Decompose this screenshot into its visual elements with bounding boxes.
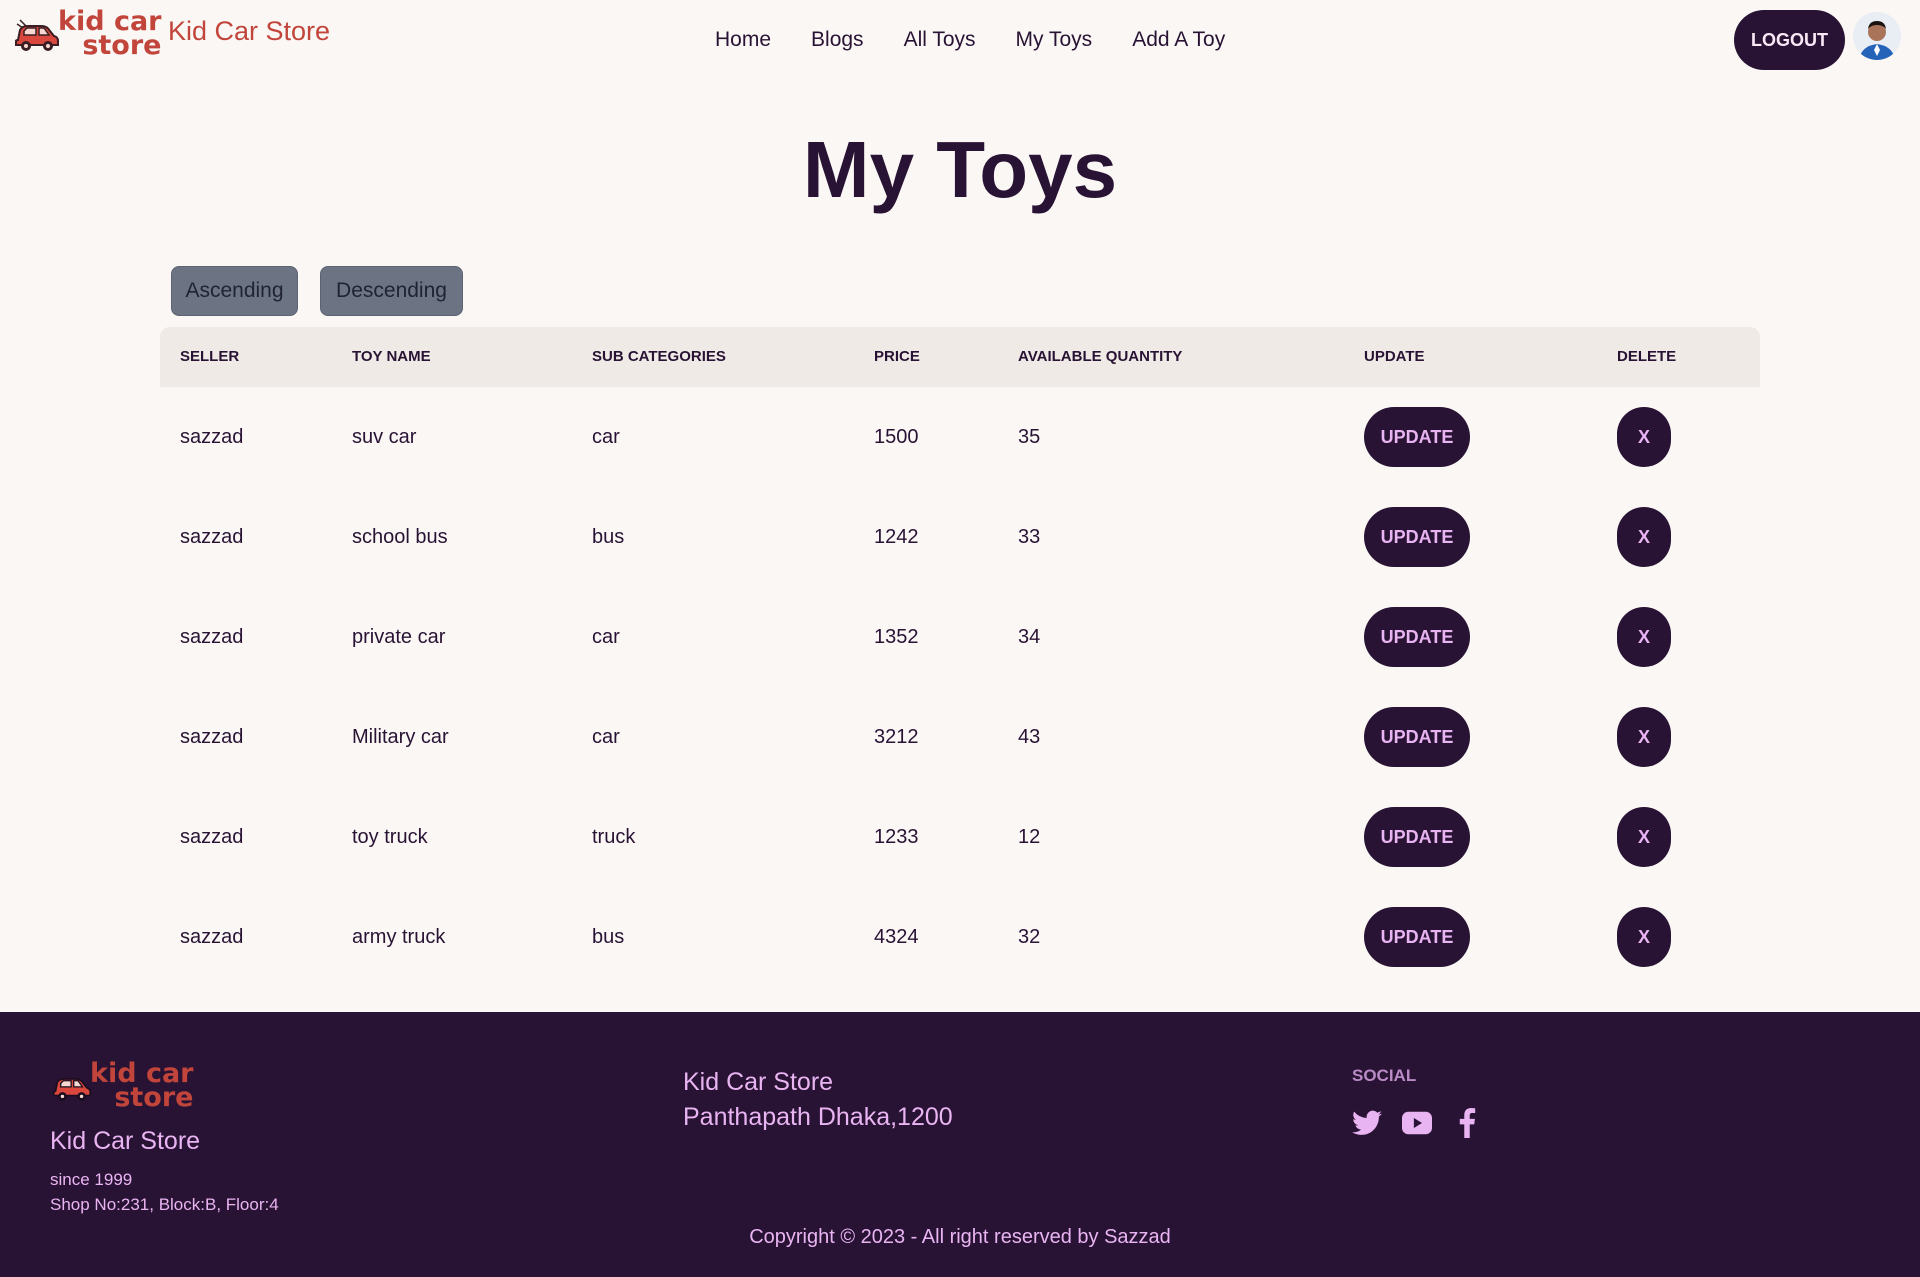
- cell-sub-category: truck: [592, 826, 636, 848]
- cell-sub-category: bus: [592, 926, 625, 948]
- delete-button[interactable]: X: [1617, 807, 1671, 867]
- cell-price: 4324: [874, 926, 919, 948]
- cell-toy-name: toy truck: [352, 826, 428, 848]
- update-button[interactable]: UPDATE: [1364, 607, 1470, 667]
- delete-button[interactable]: X: [1617, 707, 1671, 767]
- sort-ascending-button[interactable]: Ascending: [171, 266, 298, 316]
- logout-button[interactable]: LOGOUT: [1734, 10, 1845, 70]
- table-row: sazzad army truck bus 4324 32 UPDATE X: [160, 887, 1760, 987]
- delete-button[interactable]: X: [1617, 907, 1671, 967]
- cell-toy-name: Military car: [352, 726, 449, 748]
- page-title: My Toys: [802, 125, 1118, 214]
- brand-logo[interactable]: kid car store: [14, 8, 162, 61]
- car-logo-icon: [52, 1078, 92, 1101]
- youtube-icon[interactable]: [1402, 1108, 1432, 1138]
- nav-item-add-a-toy[interactable]: Add A Toy: [1112, 24, 1245, 56]
- update-button[interactable]: UPDATE: [1364, 507, 1470, 567]
- footer-address: Panthapath Dhaka,1200: [683, 1103, 953, 1131]
- cell-sub-category: car: [592, 726, 620, 748]
- cell-seller: sazzad: [180, 626, 244, 648]
- cell-toy-name: army truck: [352, 926, 446, 948]
- cell-price: 1500: [874, 426, 919, 448]
- footer-copyright: Copyright © 2023 - All right reserved by…: [749, 1226, 1171, 1248]
- cell-toy-name: private car: [352, 626, 446, 648]
- twitter-icon[interactable]: [1352, 1108, 1382, 1138]
- cell-seller: sazzad: [180, 926, 244, 948]
- update-button[interactable]: UPDATE: [1364, 907, 1470, 967]
- cell-seller: sazzad: [180, 826, 244, 848]
- cell-price: 1233: [874, 826, 919, 848]
- footer-shop-address: Shop No:231, Block:B, Floor:4: [50, 1195, 279, 1214]
- delete-button[interactable]: X: [1617, 507, 1671, 567]
- footer-social-title: SOCIAL: [1352, 1066, 1417, 1085]
- nav-item-home[interactable]: Home: [695, 24, 791, 56]
- header-seller: SELLER: [180, 348, 240, 365]
- header-sub-categories: SUB CATEGORIES: [592, 348, 726, 365]
- delete-button[interactable]: X: [1617, 607, 1671, 667]
- sort-descending-button[interactable]: Descending: [320, 266, 463, 316]
- cell-quantity: 33: [1018, 526, 1041, 548]
- cell-sub-category: bus: [592, 526, 625, 548]
- footer-store-name: Kid Car Store: [683, 1068, 834, 1096]
- table-row: sazzad suv car car 1500 35 UPDATE X: [160, 387, 1760, 487]
- social-icons: [1352, 1108, 1482, 1138]
- delete-button[interactable]: X: [1617, 407, 1671, 467]
- logo-text-line2: store: [82, 30, 162, 61]
- footer-since: since 1999: [50, 1170, 133, 1189]
- cell-quantity: 35: [1018, 426, 1041, 448]
- cell-seller: sazzad: [180, 726, 244, 748]
- header-delete: DELETE: [1617, 348, 1677, 365]
- nav-item-blogs[interactable]: Blogs: [791, 24, 884, 56]
- cell-quantity: 43: [1018, 726, 1041, 748]
- cell-seller: sazzad: [180, 526, 244, 548]
- footer-logo: kid car store: [52, 1060, 194, 1113]
- cell-toy-name: school bus: [352, 526, 448, 548]
- toys-table: SELLER TOY NAME SUB CATEGORIES PRICE AVA…: [160, 327, 1760, 987]
- cell-toy-name: suv car: [352, 426, 417, 448]
- footer: kid car store Kid Car Store since 1999 S…: [0, 1012, 1920, 1277]
- cell-sub-category: car: [592, 426, 620, 448]
- footer-logo-text-line2: store: [114, 1082, 194, 1113]
- table-header: SELLER TOY NAME SUB CATEGORIES PRICE AVA…: [160, 327, 1760, 387]
- avatar[interactable]: [1853, 12, 1901, 60]
- facebook-icon[interactable]: [1452, 1108, 1482, 1138]
- table-row: sazzad school bus bus 1242 33 UPDATE X: [160, 487, 1760, 587]
- cell-price: 1352: [874, 626, 919, 648]
- table-row: sazzad Military car car 3212 43 UPDATE X: [160, 687, 1760, 787]
- header-available-quantity: AVAILABLE QUANTITY: [1018, 348, 1183, 365]
- update-button[interactable]: UPDATE: [1364, 707, 1470, 767]
- update-button[interactable]: UPDATE: [1364, 807, 1470, 867]
- cell-price: 1242: [874, 526, 919, 548]
- header-toy-name: TOY NAME: [352, 348, 431, 365]
- cell-quantity: 34: [1018, 626, 1041, 648]
- cell-quantity: 12: [1018, 826, 1041, 848]
- logo: kid car store: [14, 8, 162, 61]
- table-row: sazzad toy truck truck 1233 12 UPDATE X: [160, 787, 1760, 887]
- user-avatar-icon: [1853, 12, 1901, 60]
- navbar: kid car store Kid Car Store Home Blogs A…: [0, 0, 1920, 82]
- cell-quantity: 32: [1018, 926, 1041, 948]
- nav-item-all-toys[interactable]: All Toys: [884, 24, 996, 56]
- car-logo-icon: [15, 19, 59, 51]
- table-row: sazzad private car car 1352 34 UPDATE X: [160, 587, 1760, 687]
- cell-price: 3212: [874, 726, 919, 748]
- nav-menu: Home Blogs All Toys My Toys Add A Toy: [695, 24, 1245, 56]
- nav-item-my-toys[interactable]: My Toys: [996, 24, 1113, 56]
- cell-seller: sazzad: [180, 426, 244, 448]
- brand-name[interactable]: Kid Car Store: [168, 16, 330, 47]
- header-price: PRICE: [874, 348, 920, 365]
- cell-sub-category: car: [592, 626, 620, 648]
- header-update: UPDATE: [1364, 348, 1425, 365]
- footer-brand-name: Kid Car Store: [50, 1127, 201, 1155]
- update-button[interactable]: UPDATE: [1364, 407, 1470, 467]
